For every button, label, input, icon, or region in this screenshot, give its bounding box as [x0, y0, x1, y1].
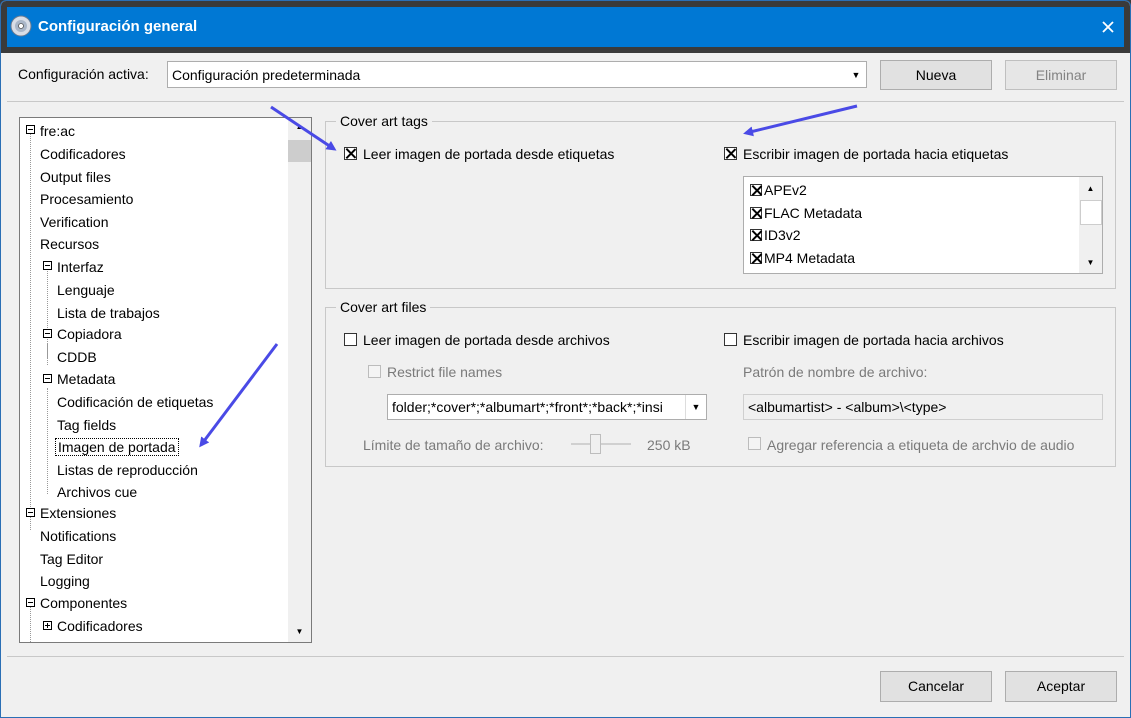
- file-names-select[interactable]: folder;*cover*;*albumart*;*front*;*back*…: [387, 394, 707, 420]
- size-limit-label: Límite de tamaño de archivo:: [363, 437, 544, 453]
- scroll-up-icon[interactable]: ▲: [1082, 180, 1099, 197]
- size-limit-slider[interactable]: [571, 433, 631, 455]
- tree-item-output-files[interactable]: Output files: [40, 169, 111, 185]
- file-names-value: folder;*cover*;*albumart*;*front*;*back*…: [392, 399, 663, 415]
- tree-item-procesamiento[interactable]: Procesamiento: [40, 191, 133, 207]
- chevron-down-icon: ▼: [685, 395, 706, 419]
- active-config-select[interactable]: Configuración predeterminada ▼: [167, 61, 867, 88]
- format-checkbox[interactable]: [750, 184, 762, 196]
- tree-item-extensiones[interactable]: Extensiones: [40, 505, 116, 521]
- read-from-files-checkbox[interactable]: [344, 333, 357, 346]
- tree-item-notifications[interactable]: Notifications: [40, 528, 116, 544]
- tag-formats-list[interactable]: APEv2 FLAC Metadata ID3v2 MP4 Metadata ▲…: [743, 176, 1103, 274]
- tree-item-componentes[interactable]: Componentes: [40, 595, 127, 611]
- new-config-button[interactable]: Nueva: [880, 60, 992, 90]
- tree-item-cddb[interactable]: CDDB: [57, 349, 97, 365]
- format-label: APEv2: [764, 182, 807, 198]
- write-to-tags-checkbox[interactable]: [724, 147, 737, 160]
- cover-art-tags-title: Cover art tags: [336, 113, 432, 129]
- size-limit-value: 250 kB: [647, 437, 691, 453]
- settings-window: Configuración general Configuración acti…: [0, 0, 1131, 718]
- tree-item-freac[interactable]: fre:ac: [40, 123, 75, 139]
- pattern-field[interactable]: <albumartist> - <album>\<type>: [743, 394, 1103, 420]
- delete-config-button[interactable]: Eliminar: [1005, 60, 1117, 90]
- tree-item-lista-de-trabajos[interactable]: Lista de trabajos: [57, 305, 160, 321]
- formats-scroll-thumb[interactable]: [1080, 200, 1102, 225]
- tree-item-codificadores[interactable]: Codificadores: [40, 146, 126, 162]
- tree-item-archivos-cue[interactable]: Archivos cue: [57, 484, 137, 500]
- write-to-files-checkbox[interactable]: [724, 333, 737, 346]
- audio-ref-checkbox[interactable]: [748, 437, 761, 450]
- read-from-tags-label: Leer imagen de portada desde etiquetas: [363, 146, 615, 162]
- tree-item-tag-editor[interactable]: Tag Editor: [40, 551, 103, 567]
- active-config-value: Configuración predeterminada: [172, 67, 361, 83]
- read-from-files-label: Leer imagen de portada desde archivos: [363, 332, 610, 348]
- format-checkbox[interactable]: [750, 252, 762, 264]
- tree-item-tag-fields[interactable]: Tag fields: [57, 417, 116, 433]
- format-label: ID3v2: [764, 227, 801, 243]
- tree-item-componentes-codificadores[interactable]: Codificadores: [57, 618, 143, 634]
- format-checkbox[interactable]: [750, 207, 762, 219]
- restrict-names-label: Restrict file names: [387, 364, 503, 380]
- chevron-down-icon: ▼: [851, 69, 861, 80]
- tree-item-copiadora[interactable]: Copiadora: [57, 326, 122, 342]
- write-to-tags-label: Escribir imagen de portada hacia etiquet…: [743, 146, 1009, 162]
- active-config-label: Configuración activa:: [18, 66, 149, 82]
- accept-button[interactable]: Aceptar: [1005, 671, 1117, 702]
- scroll-down-icon[interactable]: ▼: [291, 623, 308, 640]
- format-label: MP4 Metadata: [764, 250, 856, 266]
- audio-ref-label: Agregar referencia a etiqueta de archvio…: [767, 437, 1075, 453]
- settings-tree[interactable]: fre:ac Codificadores Output files Proces…: [19, 117, 312, 643]
- close-button[interactable]: [1094, 13, 1122, 41]
- scroll-up-icon[interactable]: ▲: [291, 118, 308, 135]
- read-from-tags-checkbox[interactable]: [344, 147, 357, 160]
- slider-thumb[interactable]: [590, 434, 601, 454]
- tree-scroll-thumb[interactable]: [288, 140, 311, 162]
- bottom-separator: [7, 656, 1124, 657]
- window-title: Configuración general: [38, 18, 198, 35]
- tree-item-recursos[interactable]: Recursos: [40, 236, 99, 252]
- cancel-button[interactable]: Cancelar: [880, 671, 992, 702]
- tree-scrollbar[interactable]: ▲ ▼: [288, 118, 311, 642]
- pattern-label: Patrón de nombre de archivo:: [743, 364, 928, 380]
- tree-item-codificacion-etiquetas[interactable]: Codificación de etiquetas: [57, 394, 213, 410]
- restrict-names-checkbox[interactable]: [368, 365, 381, 378]
- tree-item-lenguaje[interactable]: Lenguaje: [57, 282, 115, 298]
- tree-item-imagen-de-portada[interactable]: Imagen de portada: [55, 438, 179, 456]
- formats-scrollbar[interactable]: ▲ ▼: [1079, 177, 1102, 273]
- format-checkbox[interactable]: [750, 229, 762, 241]
- write-to-files-label: Escribir imagen de portada hacia archivo…: [743, 332, 1004, 348]
- tree-item-verification[interactable]: Verification: [40, 214, 108, 230]
- pattern-value: <albumartist> - <album>\<type>: [748, 399, 947, 415]
- tree-item-interfaz[interactable]: Interfaz: [57, 259, 104, 275]
- scroll-down-icon[interactable]: ▼: [1082, 254, 1099, 271]
- app-cd-icon: [10, 15, 32, 37]
- tree-item-listas-reproduccion[interactable]: Listas de reproducción: [57, 462, 198, 478]
- tree-item-metadata[interactable]: Metadata: [57, 371, 115, 387]
- top-separator: [7, 101, 1124, 102]
- format-label: FLAC Metadata: [764, 205, 863, 221]
- cover-art-files-title: Cover art files: [336, 299, 431, 315]
- tree-item-logging[interactable]: Logging: [40, 573, 90, 589]
- close-icon: [1102, 21, 1114, 33]
